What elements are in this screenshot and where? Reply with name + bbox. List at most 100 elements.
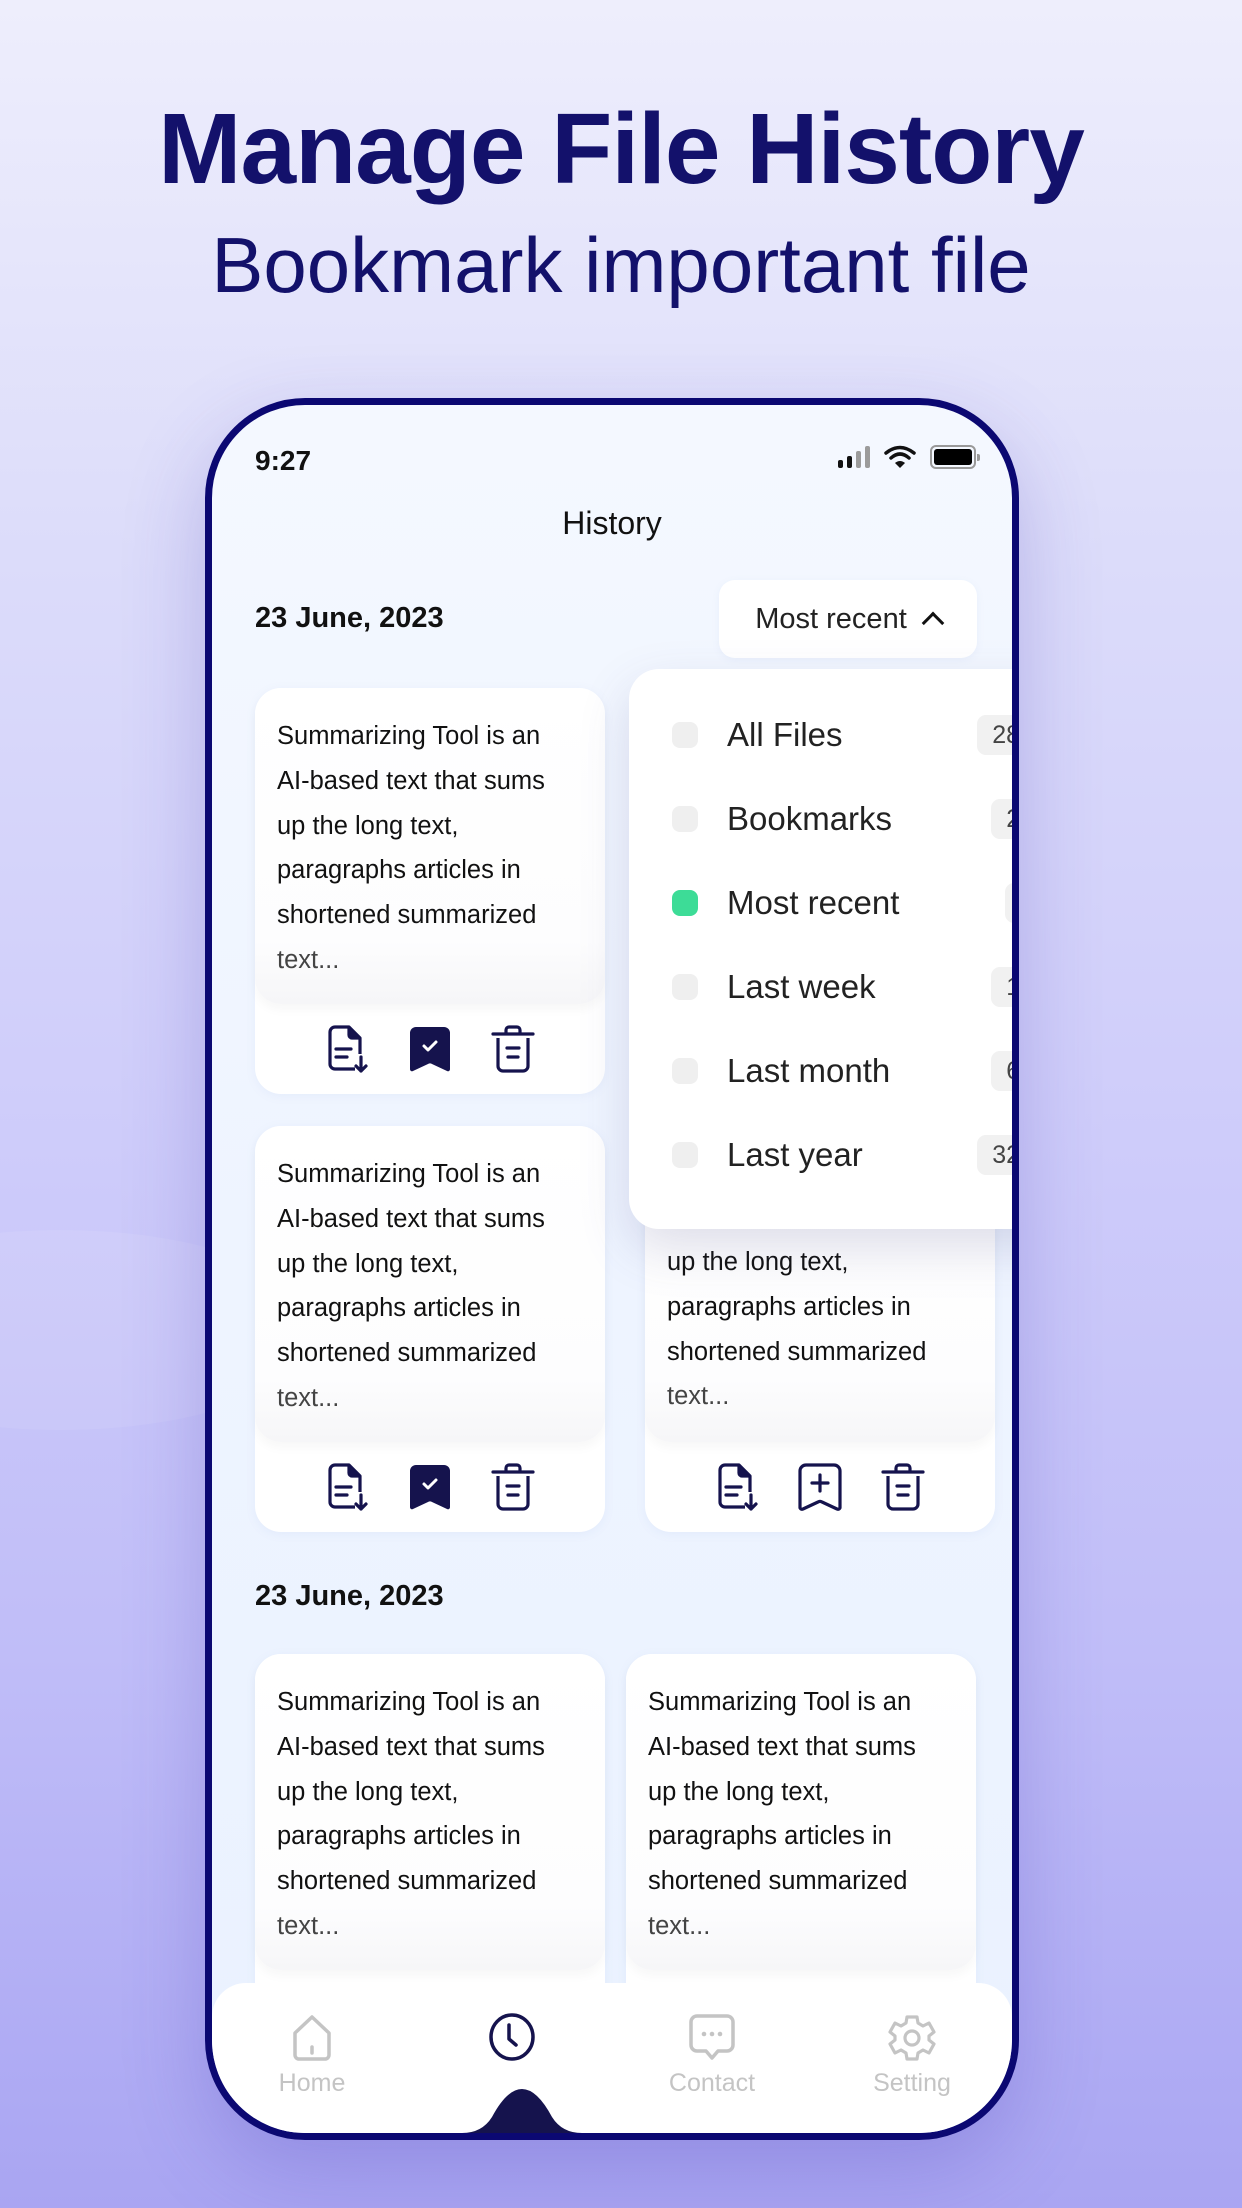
tab-setting[interactable]: Setting — [812, 1983, 1012, 2133]
section-date: 23 June, 2023 — [255, 1580, 444, 1612]
card-line: Summarizing Tool is an — [277, 722, 541, 750]
option-label: Last year — [727, 1136, 863, 1173]
card-summary: Summarizing Tool is an AI-based text tha… — [255, 1654, 605, 1970]
trash-icon — [490, 1463, 535, 1511]
card-line: up the long text, — [277, 1249, 459, 1278]
dropdown-option-most-recent[interactable]: Most recent 5 — [629, 861, 1012, 945]
tab-home[interactable]: Home — [212, 1983, 412, 2133]
page-title: History — [562, 505, 662, 541]
signal-icon — [838, 446, 870, 468]
card-line: paragraphs articles in — [648, 1822, 892, 1851]
phone-frame: 9:27 History 23 June, 2023 Most recent S… — [205, 398, 1019, 2140]
file-download-icon — [327, 1025, 368, 1073]
count-badge: 64 — [991, 1051, 1012, 1091]
card-actions — [255, 1442, 605, 1532]
battery-icon — [930, 445, 980, 469]
card-line: Summarizing Tool is an — [277, 1160, 541, 1188]
card-line: paragraphs articles in — [277, 1294, 521, 1323]
clock-icon — [489, 2013, 535, 2061]
tab-label: Home — [278, 2069, 346, 2097]
bookmark-add-icon — [798, 1463, 842, 1511]
download-file-button[interactable] — [713, 1462, 763, 1512]
card-line: text... — [667, 1382, 730, 1411]
tab-label: Setting — [873, 2069, 951, 2097]
option-label: All Files — [727, 716, 843, 753]
count-badge: 15 — [991, 967, 1012, 1007]
card-line: shortened summarized — [667, 1337, 927, 1366]
card-line: Summarizing Tool is an — [277, 1688, 541, 1716]
sort-dropdown-menu: All Files 289 Bookmarks 20 Most recent 5… — [629, 669, 1012, 1229]
tab-label: Contact — [668, 2069, 756, 2097]
status-time: 9:27 — [255, 445, 312, 476]
gear-icon — [888, 2015, 936, 2061]
card-line: shortened summarized — [277, 901, 537, 930]
sort-dropdown-button[interactable]: Most recent — [719, 580, 977, 658]
count-badge: 20 — [991, 799, 1012, 839]
option-label: Last month — [727, 1052, 891, 1089]
card-line: shortened summarized — [277, 1339, 537, 1368]
radio-indicator — [672, 1142, 698, 1168]
card-line: text... — [277, 1383, 340, 1412]
card-line: up the long text, — [277, 811, 459, 840]
option-label: Bookmarks — [727, 800, 893, 837]
chevron-up-icon — [921, 611, 945, 635]
card-line: shortened summarized — [277, 1867, 537, 1896]
bookmark-checked-icon — [409, 1027, 451, 1072]
card-line: paragraphs articles in — [667, 1292, 911, 1321]
count-badge: 328 — [977, 1135, 1012, 1175]
card-line: text... — [277, 945, 340, 974]
bookmark-button[interactable] — [405, 1462, 455, 1512]
trash-icon — [880, 1463, 925, 1511]
card-actions — [255, 1004, 605, 1094]
download-file-button[interactable] — [323, 1462, 373, 1512]
sort-selected-label: Most recent — [755, 602, 907, 635]
history-card[interactable]: Summarizing Tool is an AI-based text tha… — [255, 1126, 605, 1532]
history-card[interactable]: Summarizing Tool is an AI-based text tha… — [255, 688, 605, 1094]
trash-icon — [490, 1025, 535, 1073]
active-tab-indicator — [462, 2089, 582, 2133]
wifi-icon — [884, 445, 916, 468]
card-line: paragraphs articles in — [277, 856, 521, 885]
delete-button[interactable] — [488, 1462, 538, 1512]
card-actions — [645, 1442, 995, 1532]
card-line: up the long text, — [648, 1777, 830, 1806]
option-label: Most recent — [727, 884, 900, 921]
bookmark-button[interactable] — [795, 1462, 845, 1512]
option-label: Last week — [727, 968, 876, 1005]
count-badge: 289 — [977, 715, 1012, 755]
card-summary: Summarizing Tool is an AI-based text tha… — [626, 1654, 976, 1970]
card-line: AI-based text that sums — [277, 766, 545, 795]
card-line: Summarizing Tool is an — [648, 1688, 912, 1716]
card-line: shortened summarized — [648, 1867, 908, 1896]
chat-icon — [689, 2014, 735, 2060]
download-file-button[interactable] — [323, 1024, 373, 1074]
card-line: up the long text, — [277, 1777, 459, 1806]
radio-indicator — [672, 1058, 698, 1084]
card-line: AI-based text that sums — [648, 1732, 916, 1761]
file-download-icon — [327, 1463, 368, 1511]
delete-button[interactable] — [488, 1024, 538, 1074]
radio-indicator — [672, 722, 698, 748]
dropdown-option-last-month[interactable]: Last month 64 — [629, 1029, 1012, 1113]
status-icons — [838, 445, 980, 469]
dropdown-option-last-week[interactable]: Last week 15 — [629, 945, 1012, 1029]
card-line: text... — [648, 1911, 711, 1940]
dropdown-option-last-year[interactable]: Last year 328 — [629, 1113, 1012, 1197]
card-line: up the long text, — [667, 1248, 849, 1276]
section-date: 23 June, 2023 — [255, 602, 444, 634]
home-icon — [293, 2015, 331, 2061]
delete-button[interactable] — [878, 1462, 928, 1512]
tab-contact[interactable]: Contact — [612, 1983, 812, 2133]
radio-indicator-selected — [672, 890, 698, 916]
dropdown-option-all-files[interactable]: All Files 289 — [629, 693, 1012, 777]
bookmark-button[interactable] — [405, 1024, 455, 1074]
bottom-tab-bar: Home Contact Setting — [212, 1983, 1012, 2133]
radio-indicator — [672, 974, 698, 1000]
card-summary: Summarizing Tool is an AI-based text tha… — [255, 688, 605, 1004]
radio-indicator — [672, 806, 698, 832]
hero-subtitle: Bookmark important file — [211, 221, 1031, 309]
dropdown-option-bookmarks[interactable]: Bookmarks 20 — [629, 777, 1012, 861]
file-download-icon — [717, 1463, 758, 1511]
card-line: paragraphs articles in — [277, 1822, 521, 1851]
bookmark-checked-icon — [409, 1465, 451, 1510]
